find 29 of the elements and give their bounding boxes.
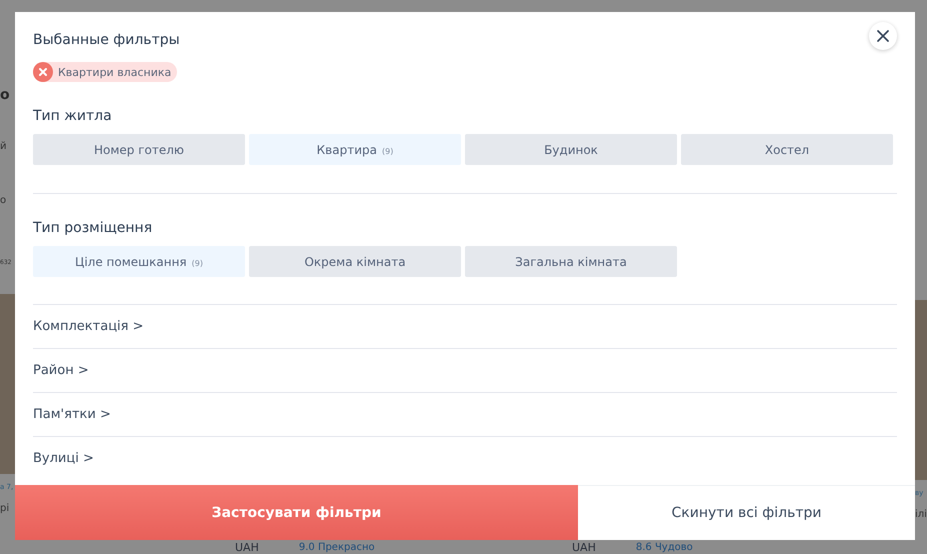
option-button[interactable]: Хостел <box>681 134 893 165</box>
chip-label: Квартири власника <box>58 66 172 78</box>
rating-label: 9.0 Прекрасно <box>298 541 375 554</box>
section-title: Выбанные фильтры <box>33 31 180 50</box>
option-button[interactable]: Ціле помешкання (9) <box>33 246 245 277</box>
option-button[interactable]: Квартира (9) <box>249 134 461 165</box>
section-title: Тип житла <box>33 107 112 126</box>
rating-label: 8.6 Чудово <box>636 541 693 554</box>
option-button[interactable]: Номер готелю <box>33 134 245 165</box>
page-heading-fragment: о <box>0 88 10 102</box>
close-icon <box>876 29 890 43</box>
price-currency: UAH <box>572 541 596 554</box>
tab-fragment: й <box>0 140 6 154</box>
title-fragment: ілі <box>915 508 927 522</box>
expand-link[interactable]: Район > <box>33 348 897 392</box>
price-currency: UAH <box>235 541 259 554</box>
section-title: Тип розміщення <box>33 219 152 238</box>
tab-fragment: о <box>0 194 6 208</box>
close-button[interactable] <box>869 22 897 50</box>
apply-button[interactable]: Застосувати фільтри <box>15 485 578 540</box>
remove-icon <box>33 62 53 82</box>
expand-link[interactable]: Пам'ятки > <box>33 392 897 436</box>
expand-link[interactable]: Вулиці > <box>33 436 897 480</box>
title-fragment: рі <box>0 502 10 516</box>
option-button[interactable]: Окрема кімната <box>249 246 461 277</box>
option-button[interactable]: Будинок <box>465 134 677 165</box>
filter-chip[interactable]: Квартири власника <box>33 62 178 82</box>
expand-link[interactable]: Комплектація > <box>33 304 897 348</box>
option-button[interactable]: Загальна кімната <box>465 246 677 277</box>
